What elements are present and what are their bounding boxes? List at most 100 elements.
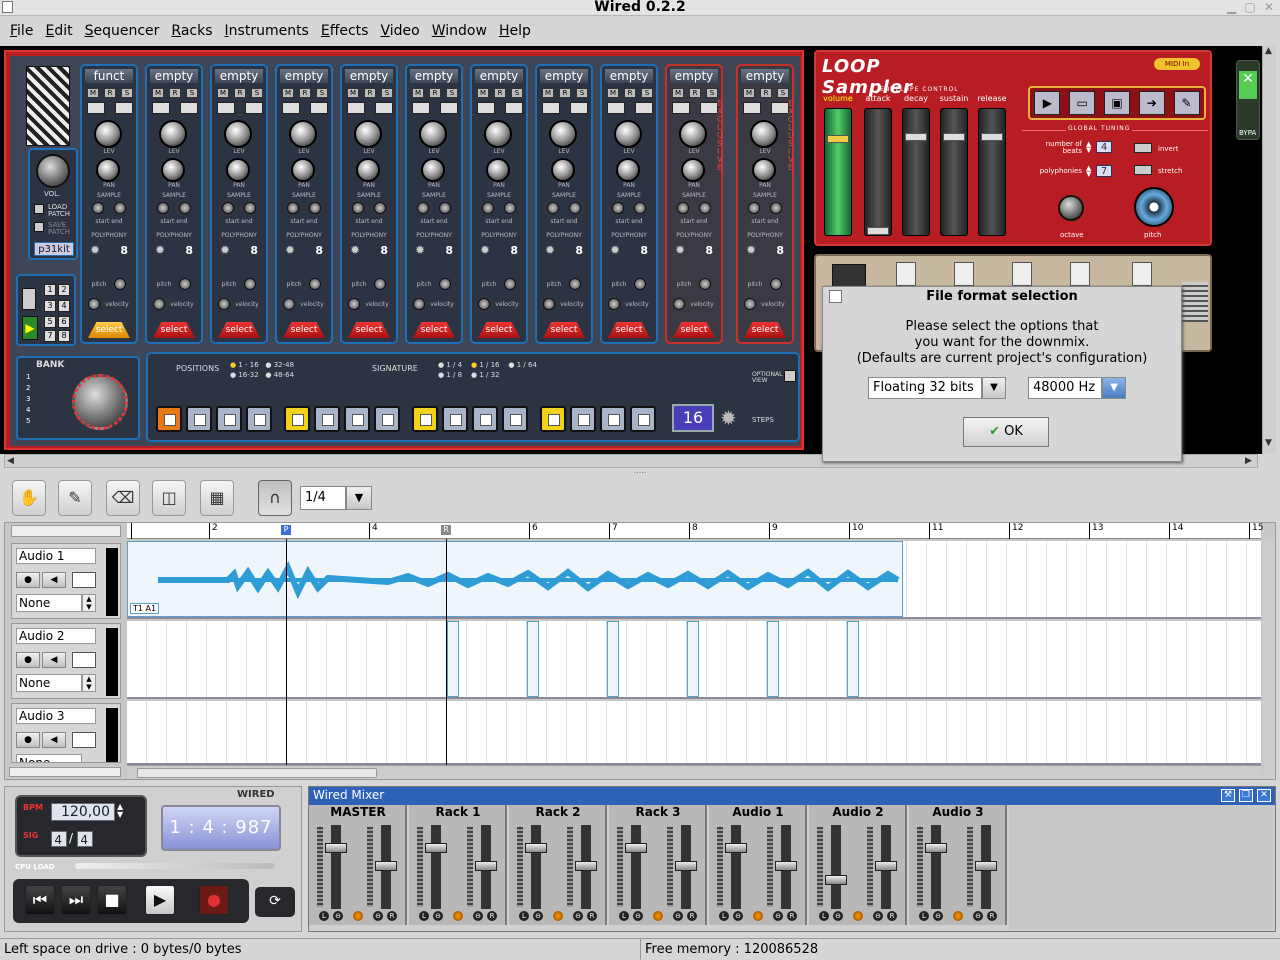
zoom-slider[interactable] <box>11 525 121 537</box>
fader-handle[interactable] <box>325 843 347 853</box>
effect-control[interactable] <box>896 262 916 286</box>
step-button[interactable] <box>374 406 400 432</box>
step-button[interactable] <box>502 406 528 432</box>
level-knob[interactable] <box>614 120 642 148</box>
polyphonies-value[interactable]: 7 <box>1096 165 1112 177</box>
channel-select-button[interactable]: select <box>543 322 585 338</box>
fader-handle[interactable] <box>925 843 947 853</box>
channel-select-button[interactable]: select <box>283 322 325 338</box>
menu-instruments[interactable]: Instruments <box>219 23 315 39</box>
pan-knob[interactable] <box>453 911 463 921</box>
end-knob[interactable] <box>114 202 126 214</box>
start-knob[interactable] <box>417 202 429 214</box>
lock-icon[interactable]: ⊖ <box>333 911 343 921</box>
menu-racks[interactable]: Racks <box>165 23 218 39</box>
open-folder-icon[interactable]: ▭ <box>1069 91 1096 115</box>
lock-icon[interactable]: ⊖ <box>773 911 783 921</box>
timeline-ruler[interactable]: 2 4 6 7 8 9 10 11 12 13 14 15 P R <box>127 523 1263 539</box>
position-option[interactable]: 32-48 <box>274 361 294 369</box>
channel-select-button[interactable]: select <box>88 322 130 338</box>
mute-button[interactable]: M <box>542 88 554 98</box>
menu-edit[interactable]: Edit <box>39 23 78 39</box>
loop-end-marker[interactable]: R <box>441 525 451 535</box>
record-button[interactable]: R <box>364 88 376 98</box>
step-button[interactable] <box>186 406 212 432</box>
step-button[interactable] <box>216 406 242 432</box>
forward-icon[interactable]: ⏭ <box>61 885 91 915</box>
pattern-button-7[interactable]: 7 <box>44 330 56 342</box>
step-button[interactable] <box>630 406 656 432</box>
pan-knob[interactable] <box>96 158 120 182</box>
signature-denominator[interactable]: 4 <box>77 831 93 847</box>
radio-icon[interactable]: ● <box>265 361 271 369</box>
mute-button[interactable]: M <box>743 88 755 98</box>
play-sample-icon[interactable] <box>375 102 393 114</box>
lock-icon[interactable]: ⊖ <box>533 911 543 921</box>
right-fader[interactable] <box>375 825 397 909</box>
play-icon[interactable]: ▶ <box>1034 91 1061 115</box>
audio-clip[interactable]: T1 A1 <box>127 541 903 617</box>
record-button[interactable]: R <box>429 88 441 98</box>
lock-icon[interactable]: ⊖ <box>933 911 943 921</box>
lock-icon[interactable]: ⊖ <box>633 911 643 921</box>
mute-speaker-icon[interactable]: ◀ <box>42 732 66 748</box>
save-patch-icon[interactable] <box>34 222 44 232</box>
splitter-handle[interactable]: ..... <box>0 467 1280 475</box>
step-button[interactable] <box>442 406 468 432</box>
release-slider[interactable] <box>978 108 1006 236</box>
lock-icon[interactable]: ⊖ <box>473 911 483 921</box>
sequencer-vertical-scrollbar[interactable] <box>1263 539 1275 779</box>
loop-toggle-icon[interactable]: ⟳ <box>255 887 295 917</box>
solo-button[interactable]: S <box>381 88 393 98</box>
slider-handle[interactable] <box>827 135 849 143</box>
start-knob[interactable] <box>612 202 624 214</box>
pan-knob[interactable] <box>853 911 863 921</box>
chevron-down-icon[interactable]: ▼ <box>1102 377 1126 399</box>
output-stepper-icon[interactable]: ▲ ▼ <box>82 674 96 692</box>
menu-sequencer[interactable]: Sequencer <box>79 23 166 39</box>
end-knob[interactable] <box>699 202 711 214</box>
channel-select-button[interactable]: select <box>608 322 650 338</box>
play-sample-icon[interactable] <box>245 102 263 114</box>
track-name[interactable]: Audio 2 <box>16 628 96 644</box>
pan-knob[interactable] <box>553 911 563 921</box>
record-button[interactable]: R <box>689 88 701 98</box>
end-knob[interactable] <box>439 202 451 214</box>
open-sample-icon[interactable] <box>477 102 495 114</box>
level-knob[interactable] <box>679 120 707 148</box>
load-patch-icon[interactable] <box>34 204 44 214</box>
scroll-up-icon[interactable]: ▲ <box>1265 46 1272 56</box>
left-fader[interactable] <box>625 825 647 909</box>
record-button[interactable]: R <box>299 88 311 98</box>
play-sample-icon[interactable] <box>771 102 789 114</box>
solo-button[interactable]: S <box>777 88 789 98</box>
steps-count[interactable]: 16 <box>672 404 714 432</box>
export-icon[interactable]: ➔ <box>1138 91 1165 115</box>
optional-view-icon[interactable] <box>784 370 796 382</box>
right-fader[interactable] <box>975 825 997 909</box>
right-channel-icon[interactable]: R <box>587 911 597 921</box>
detach-icon[interactable]: ❐ <box>1239 789 1253 802</box>
pan-knob[interactable] <box>752 158 776 182</box>
signature-option[interactable]: 1 / 8 <box>446 371 462 379</box>
end-knob[interactable] <box>374 202 386 214</box>
effect-control[interactable] <box>1070 262 1090 286</box>
pattern-button-2[interactable]: 2 <box>58 284 70 296</box>
right-fader[interactable] <box>575 825 597 909</box>
fader-handle[interactable] <box>375 861 397 871</box>
lock-icon[interactable]: ⊖ <box>973 911 983 921</box>
open-sample-icon[interactable] <box>217 102 235 114</box>
mute-button[interactable]: M <box>87 88 99 98</box>
level-knob[interactable] <box>419 120 447 148</box>
solo-button[interactable]: S <box>511 88 523 98</box>
fader-handle[interactable] <box>525 843 547 853</box>
save-icon[interactable]: ▣ <box>1103 91 1130 115</box>
pattern-button-4[interactable]: 4 <box>58 300 70 312</box>
close-icon[interactable]: ✕ <box>1257 789 1271 802</box>
color-tool-icon[interactable]: ▦ <box>200 480 234 516</box>
track-name[interactable]: Audio 3 <box>16 708 96 724</box>
radio-icon[interactable]: ● <box>265 371 271 379</box>
record-button[interactable]: R <box>234 88 246 98</box>
play-sample-icon[interactable] <box>700 102 718 114</box>
solo-button[interactable]: S <box>251 88 263 98</box>
